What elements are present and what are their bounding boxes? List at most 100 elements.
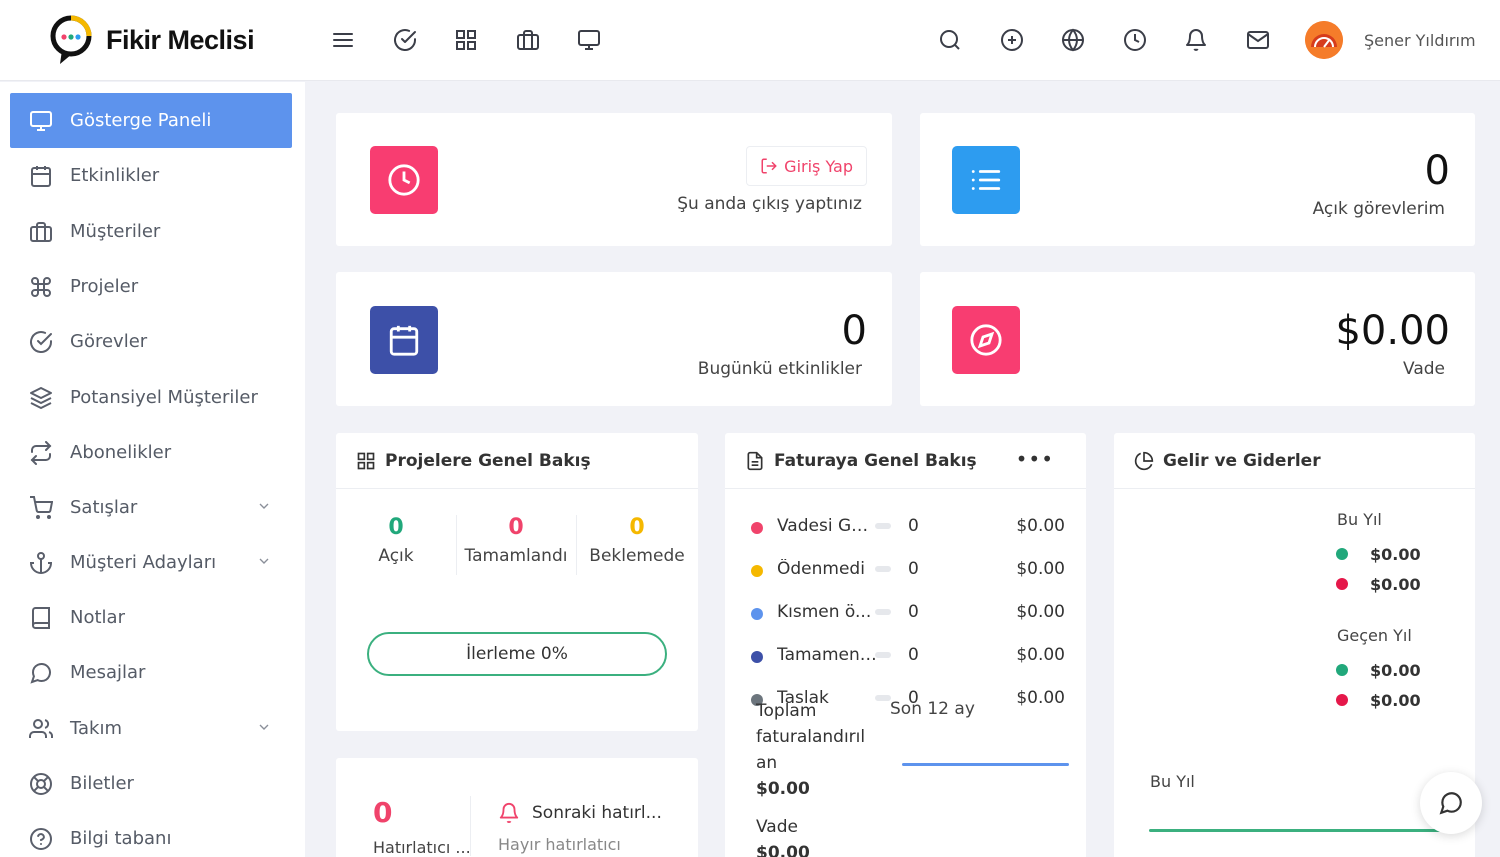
sidebar-item-subscriptions[interactable]: Abonelikler — [10, 425, 292, 480]
plus-circle-icon[interactable] — [997, 25, 1027, 55]
sidebar-item-label: Etkinlikler — [70, 165, 160, 186]
bell-icon[interactable] — [1181, 25, 1211, 55]
calendar-icon — [370, 306, 438, 374]
help-circle-icon — [26, 824, 56, 854]
invoice-row-overdue[interactable]: Vadesi Ge... 0 $0.00 — [751, 514, 1091, 542]
due-amount-label: Vade — [1403, 359, 1445, 379]
sidebar-item-sales[interactable]: Satışlar — [10, 480, 292, 535]
invoice-row-label: Kısmen ö... — [777, 602, 872, 622]
users-icon — [26, 714, 56, 744]
invoice-overview-panel: Faturaya Genel Bakış ••• Vadesi Ge... 0 … — [725, 433, 1086, 857]
due-amount-value: $0.00 — [1335, 308, 1450, 354]
stat-label: Beklemede — [589, 546, 685, 566]
check-circle-icon[interactable] — [390, 25, 420, 55]
sidebar-item-label: Takım — [70, 718, 123, 739]
invoice-row-label: Vadesi Ge... — [777, 516, 877, 536]
open-tasks-widget[interactable]: 0 Açık görevlerim — [920, 113, 1475, 246]
total-label-line: Toplam — [756, 701, 817, 721]
status-dot — [751, 651, 763, 663]
total-label-line: faturalandırıl — [756, 727, 866, 747]
sidebar-item-label: Görevler — [70, 331, 148, 352]
stat-on-hold[interactable]: 0 Beklemede — [577, 515, 697, 566]
invoice-trend-line — [902, 763, 1069, 766]
sidebar-item-prospects[interactable]: Potansiyel Müşteriler — [10, 370, 292, 425]
sidebar-item-knowledge-base[interactable]: Bilgi tabanı — [10, 811, 292, 857]
sidebar-item-leads[interactable]: Müşteri Adayları — [10, 535, 292, 590]
invoice-row-fully-paid[interactable]: Tamamen ... 0 $0.00 — [751, 643, 1091, 671]
sidebar-item-label: Gösterge Paneli — [70, 110, 212, 131]
this-year-expense: $0.00 — [1336, 573, 1421, 595]
sidebar-item-label: Projeler — [70, 276, 139, 297]
invoice-row-count: 0 — [908, 516, 919, 536]
mini-bar — [875, 695, 891, 701]
last-year-expense: $0.00 — [1336, 689, 1421, 711]
stat-completed[interactable]: 0 Tamamlandı — [456, 515, 576, 566]
user-menu[interactable]: Şener Yıldırım — [1305, 21, 1476, 59]
menu-icon[interactable] — [328, 25, 358, 55]
status-dot — [751, 565, 763, 577]
total-invoiced-value: $0.00 — [756, 779, 810, 799]
logo-mark-icon — [50, 14, 92, 66]
sidebar-item-messages[interactable]: Mesajlar — [10, 645, 292, 700]
chat-button[interactable] — [1420, 772, 1482, 834]
stat-open[interactable]: 0 Açık — [336, 515, 456, 566]
invoice-row-count: 0 — [908, 602, 919, 622]
globe-icon[interactable] — [1058, 25, 1088, 55]
sidebar-item-tasks[interactable]: Görevler — [10, 314, 292, 369]
grid-icon[interactable] — [451, 25, 481, 55]
repeat-icon — [26, 438, 56, 468]
chevron-down-icon — [256, 719, 272, 735]
panel-header: Faturaya Genel Bakış ••• — [725, 433, 1086, 489]
due-value: $0.00 — [756, 843, 810, 857]
status-dot — [751, 608, 763, 620]
brand-logo[interactable]: Fikir Meclisi — [50, 14, 255, 66]
stat-label: Tamamlandı — [464, 546, 568, 566]
mini-bar — [875, 566, 891, 572]
expense-value: $0.00 — [1370, 574, 1421, 594]
sidebar-item-team[interactable]: Takım — [10, 701, 292, 756]
open-tasks-label: Açık görevlerim — [1312, 199, 1445, 219]
anchor-icon — [26, 548, 56, 578]
total-label-line: an — [756, 753, 778, 773]
sidebar-item-tickets[interactable]: Biletler — [10, 756, 292, 811]
more-options-icon[interactable]: ••• — [1016, 447, 1054, 471]
invoice-row-amount: $0.00 — [1016, 559, 1065, 579]
income-value: $0.00 — [1370, 660, 1421, 680]
clock-in-label: Giriş Yap — [784, 156, 853, 176]
clock-icon[interactable] — [1120, 25, 1150, 55]
clock-in-button[interactable]: Giriş Yap — [746, 146, 867, 186]
invoice-row-count: 0 — [908, 645, 919, 665]
expense-dot — [1336, 694, 1348, 706]
this-year-income: $0.00 — [1336, 543, 1421, 565]
sidebar-item-label: Biletler — [70, 773, 134, 794]
invoice-row-unpaid[interactable]: Ödenmedi 0 $0.00 — [751, 557, 1091, 585]
due-amount-widget[interactable]: $0.00 Vade — [920, 272, 1475, 406]
today-events-widget[interactable]: 0 Bugünkü etkinlikler — [336, 272, 892, 406]
sidebar-item-customers[interactable]: Müşteriler — [10, 204, 292, 259]
chevron-down-icon — [256, 498, 272, 514]
sidebar-item-notes[interactable]: Notlar — [10, 590, 292, 645]
invoice-row-amount: $0.00 — [1016, 688, 1065, 708]
search-icon[interactable] — [935, 25, 965, 55]
avatar — [1305, 21, 1343, 59]
invoice-row-label: Ödenmedi — [777, 559, 865, 579]
income-trend-line — [1149, 829, 1449, 832]
sidebar-item-events[interactable]: Etkinlikler — [10, 148, 292, 203]
check-circle-icon — [26, 327, 56, 357]
chevron-down-icon — [256, 553, 272, 569]
invoice-row-amount: $0.00 — [1016, 602, 1065, 622]
sidebar-item-label: Müşteriler — [70, 221, 161, 242]
sidebar-item-projects[interactable]: Projeler — [10, 259, 292, 314]
invoice-row-partial[interactable]: Kısmen ö... 0 $0.00 — [751, 600, 1091, 628]
monitor-icon[interactable] — [574, 25, 604, 55]
mail-icon[interactable] — [1243, 25, 1273, 55]
briefcase-icon[interactable] — [513, 25, 543, 55]
expense-dot — [1336, 578, 1348, 590]
layers-icon — [26, 383, 56, 413]
panel-header: Projelere Genel Bakış — [336, 433, 698, 489]
sidebar-item-dashboard[interactable]: Gösterge Paneli — [10, 93, 292, 148]
sidebar: Gösterge Paneli Etkinlikler Müşteriler P… — [0, 82, 305, 857]
invoice-row-amount: $0.00 — [1016, 516, 1065, 536]
cart-icon — [26, 493, 56, 523]
top-navbar: Fikir Meclisi Şener Yıldırım — [0, 0, 1500, 81]
